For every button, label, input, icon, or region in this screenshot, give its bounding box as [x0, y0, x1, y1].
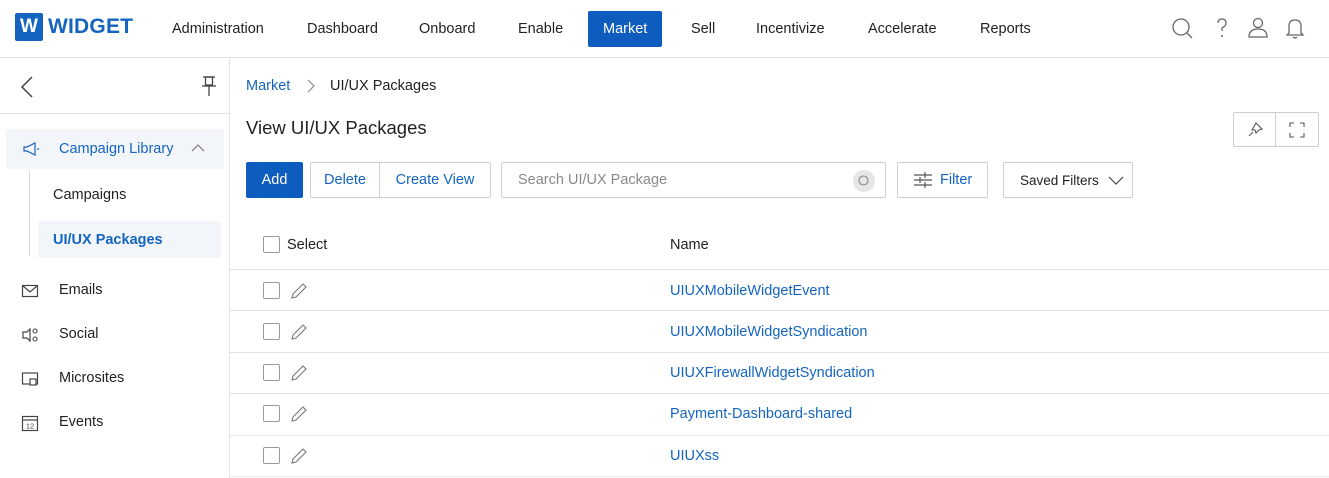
sidebar-item-campaigns[interactable]: Campaigns [53, 187, 126, 203]
pin-icon [1248, 122, 1264, 137]
sidebar: Campaign Library Campaigns UI/UX Package… [0, 58, 230, 478]
saved-filters-dropdown[interactable]: Saved Filters [1003, 162, 1133, 198]
chevron-up-icon[interactable] [191, 143, 205, 153]
sidebar-header [0, 58, 229, 114]
logo-text: WIDGET [48, 15, 134, 38]
column-header-select: Select [287, 237, 328, 253]
row-divider [230, 476, 1329, 477]
row-name-link[interactable]: Payment-Dashboard-shared [670, 406, 852, 422]
filter-button[interactable]: Filter [897, 162, 988, 198]
nav-accelerate[interactable]: Accelerate [868, 11, 937, 47]
sidebar-item-label: UI/UX Packages [53, 232, 163, 248]
row-divider [230, 310, 1329, 311]
chevron-down-icon [1108, 176, 1124, 185]
row-checkbox[interactable] [263, 364, 280, 381]
help-icon[interactable] [1210, 16, 1234, 40]
page-title: View UI/UX Packages [246, 117, 427, 138]
fullscreen-button[interactable] [1276, 113, 1318, 146]
pin-view-button[interactable] [1234, 113, 1276, 146]
mail-icon [21, 284, 39, 298]
search-box [501, 162, 886, 198]
delete-button[interactable]: Delete [311, 163, 380, 197]
top-navigation: W WIDGET Administration Dashboard Onboar… [0, 0, 1329, 58]
sidebar-group-campaign-library[interactable]: Campaign Library [6, 129, 224, 169]
edit-icon[interactable] [290, 323, 308, 341]
row-divider [230, 435, 1329, 436]
sidebar-item-microsites[interactable]: Microsites [59, 370, 124, 386]
row-name-link[interactable]: UIUXMobileWidgetEvent [670, 283, 830, 299]
sidebar-subtree-line [29, 170, 30, 256]
row-checkbox[interactable] [263, 282, 280, 299]
filter-label: Filter [940, 172, 973, 188]
row-checkbox[interactable] [263, 405, 280, 422]
pin-icon[interactable] [199, 75, 219, 97]
breadcrumb-current: UI/UX Packages [330, 78, 437, 94]
logo-mark: W [15, 13, 43, 41]
row-divider [230, 269, 1329, 270]
sidebar-item-uiux-packages[interactable]: UI/UX Packages [38, 221, 221, 258]
nav-dashboard[interactable]: Dashboard [307, 11, 378, 47]
search-icon [858, 175, 869, 186]
megaphone-icon [23, 142, 39, 156]
search-icon[interactable] [1170, 16, 1194, 40]
row-name-link[interactable]: UIUXFirewallWidgetSyndication [670, 365, 875, 381]
calendar-icon-day: 12 [26, 422, 34, 431]
social-icon [22, 327, 38, 343]
filter-sliders-icon [914, 172, 932, 188]
user-icon[interactable] [1246, 16, 1270, 40]
sidebar-group-label: Campaign Library [59, 141, 174, 157]
sidebar-item-social[interactable]: Social [59, 326, 99, 342]
calendar-icon: 12 [21, 415, 39, 432]
nav-reports[interactable]: Reports [980, 11, 1031, 47]
row-divider [230, 393, 1329, 394]
search-input[interactable] [502, 163, 842, 197]
sidebar-item-emails[interactable]: Emails [59, 282, 103, 298]
nav-enable[interactable]: Enable [518, 11, 563, 47]
chevron-right-icon [307, 79, 315, 93]
row-name-link[interactable]: UIUXss [670, 448, 719, 464]
row-checkbox[interactable] [263, 323, 280, 340]
search-button[interactable] [853, 170, 875, 192]
nav-administration[interactable]: Administration [172, 11, 264, 47]
nav-market[interactable]: Market [588, 11, 663, 47]
select-all-checkbox[interactable] [263, 236, 280, 253]
edit-icon[interactable] [290, 405, 308, 423]
add-button[interactable]: Add [246, 162, 303, 198]
row-divider [230, 352, 1329, 353]
nav-sell[interactable]: Sell [691, 11, 715, 47]
row-name-link[interactable]: UIUXMobileWidgetSyndication [670, 324, 867, 340]
nav-incentivize[interactable]: Incentivize [756, 11, 825, 47]
row-checkbox[interactable] [263, 447, 280, 464]
nav-onboard[interactable]: Onboard [419, 11, 475, 47]
create-view-button[interactable]: Create View [380, 163, 490, 197]
logo[interactable]: W WIDGET [15, 13, 133, 41]
breadcrumb-market[interactable]: Market [246, 78, 290, 94]
edit-icon[interactable] [290, 364, 308, 382]
action-button-group: Delete Create View [310, 162, 491, 198]
edit-icon[interactable] [290, 447, 308, 465]
column-header-name[interactable]: Name [670, 237, 709, 253]
microsite-icon [21, 372, 39, 386]
bell-icon[interactable] [1283, 16, 1307, 40]
sidebar-item-events[interactable]: Events [59, 414, 103, 430]
saved-filters-label: Saved Filters [1020, 173, 1099, 188]
view-controls [1233, 112, 1319, 147]
chevron-left-icon[interactable] [18, 75, 38, 99]
edit-icon[interactable] [290, 282, 308, 300]
expand-icon [1289, 122, 1305, 138]
